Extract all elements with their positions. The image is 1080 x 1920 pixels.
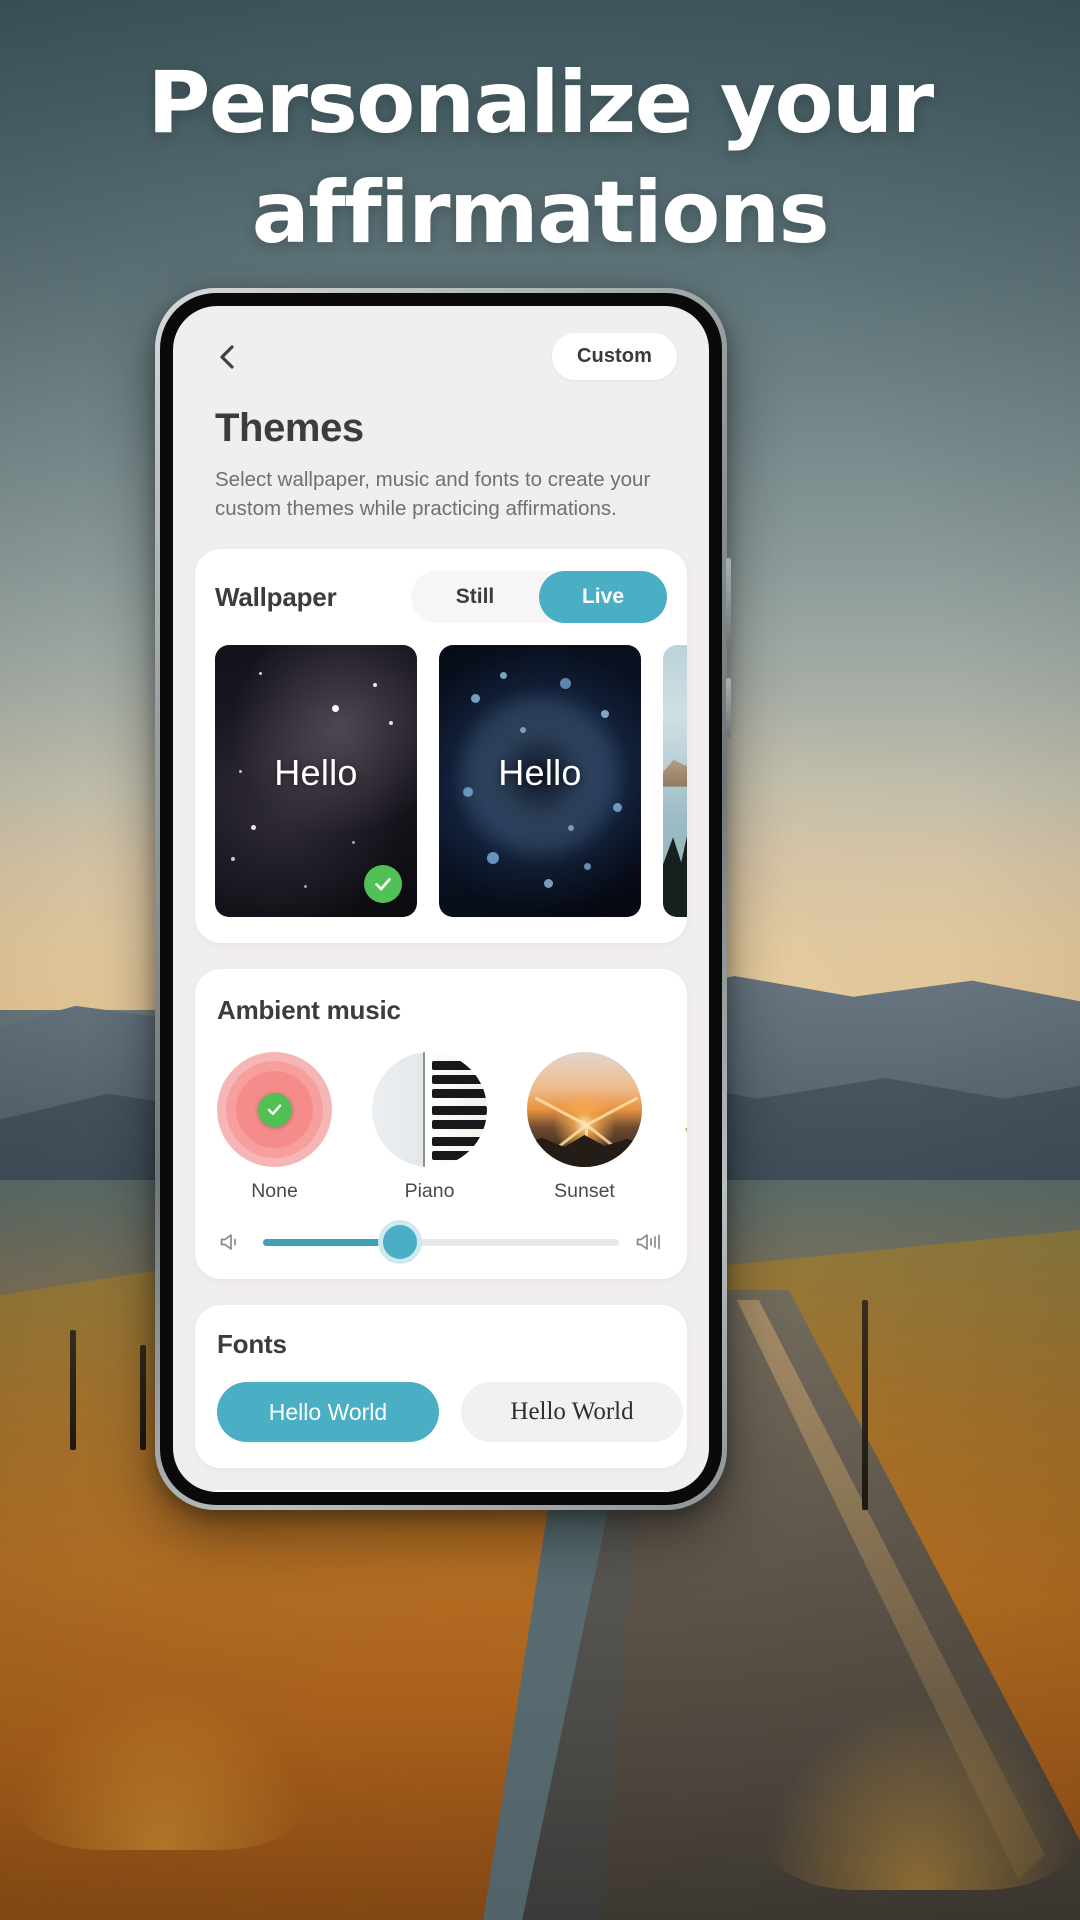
particle-dot [568,824,575,831]
star-dot [259,672,263,676]
wallpaper-thumb-row[interactable]: Hello Hello [195,645,687,918]
music-option-label: Relax [682,1180,687,1203]
sun-ray [585,1096,638,1126]
piano-black-key [431,1137,487,1147]
app-topbar: Custom [195,306,687,414]
font-option-sans[interactable]: Hello World [217,1382,439,1443]
wallpaper-thumb[interactable]: Hello [215,645,417,918]
themes-screen: Custom Themes Select wallpaper, music an… [173,306,709,1492]
custom-button[interactable]: Custom [552,333,677,380]
page-description: Select wallpaper, music and fonts to cre… [215,468,651,521]
piano-black-key [431,1075,487,1085]
star-dot [251,824,257,830]
piano-black-key [431,1151,487,1161]
ambient-music-title: Ambient music [217,995,401,1026]
volume-high-icon [636,1234,660,1251]
wallpaper-preview-text: Hello [498,752,582,794]
wallpaper-header: Wallpaper Still Live [195,571,687,624]
music-thumb [217,1052,332,1168]
toggle-option-still[interactable]: Still [411,571,539,623]
wallpaper-type-toggle[interactable]: Still Live [411,571,667,624]
star-dot [352,841,356,845]
music-option-none[interactable]: None [217,1052,332,1203]
promo-headline: Personalize your affirmations [0,48,1080,268]
piano-black-key [431,1120,487,1130]
wallpaper-thumb[interactable]: Hello [439,645,641,918]
promo-screenshot: Personalize your affirmations Custom The… [0,0,1080,1920]
star-dot [332,705,340,713]
piano-black-key [431,1106,487,1116]
music-option-label: Sunset [554,1180,615,1203]
particle-dot [560,677,572,689]
sun-ray [534,1096,587,1126]
back-button[interactable] [215,344,241,370]
wallpaper-title: Wallpaper [215,581,337,612]
phone-power-button [726,678,731,738]
fonts-title: Fonts [217,1329,287,1360]
music-thumb [682,1052,687,1168]
wallpaper-preview-text: Hello [663,752,687,794]
fonts-card: Fonts Hello World Hello World HELLO WORL… [195,1305,687,1469]
volume-slider-row[interactable] [195,1220,687,1265]
music-option-relax[interactable]: Relax [682,1052,687,1203]
phone-volume-button [726,558,731,650]
headline-line-1: Personalize your [147,53,934,153]
fonts-row[interactable]: Hello World Hello World HELLO WORLD [195,1382,687,1443]
particle-dot [584,862,592,870]
particle-dot [471,694,481,704]
selected-check-badge [364,865,402,904]
toggle-option-live[interactable]: Live [539,571,667,624]
piano-key-line [422,1052,425,1168]
piano-black-key [431,1061,487,1071]
check-icon [267,1104,282,1116]
volume-track[interactable] [263,1220,619,1265]
volume-low-icon [220,1234,236,1251]
ambient-music-row[interactable]: None Piano Sunset [195,1052,687,1203]
music-thumb [372,1052,487,1168]
check-icon [375,878,391,891]
wallpaper-card: Wallpaper Still Live Hello Hello [195,549,687,944]
particle-dot [499,672,507,680]
phone-screen: Custom Themes Select wallpaper, music an… [173,306,709,1492]
music-option-sunset[interactable]: Sunset [527,1052,642,1203]
selected-check-badge [257,1092,292,1127]
custom-button-label: Custom [576,345,653,367]
star-dot [231,857,236,862]
headline-line-2: affirmations [251,163,830,264]
wallpaper-preview-text: Hello [274,752,358,794]
wallpaper-thumb[interactable]: Hello [663,645,687,918]
volume-fill [263,1238,395,1246]
pine-trees-shape [663,812,687,918]
music-option-label: Piano [404,1180,455,1203]
particle-dot [600,710,609,719]
ambient-music-card: Ambient music None Piano Sunset [195,969,687,1280]
music-option-label: None [251,1180,298,1203]
star-dot [388,721,393,726]
particle-dot [544,879,554,889]
star-dot [303,884,307,888]
music-option-piano[interactable]: Piano [372,1052,487,1203]
particle-dot [487,851,500,864]
music-thumb [527,1052,642,1168]
save-bar: Save [195,1490,687,1492]
phone-mockup: Custom Themes Select wallpaper, music an… [155,288,731,1510]
chevron-left-icon [220,345,234,369]
particle-dot [519,726,526,733]
page-title: Themes [215,406,364,450]
particle-dot [612,802,622,812]
star-dot [372,683,377,688]
piano-black-key [431,1089,487,1099]
font-option-serif[interactable]: Hello World [461,1382,683,1443]
volume-knob[interactable] [377,1220,422,1265]
forest-floor [682,1128,687,1168]
